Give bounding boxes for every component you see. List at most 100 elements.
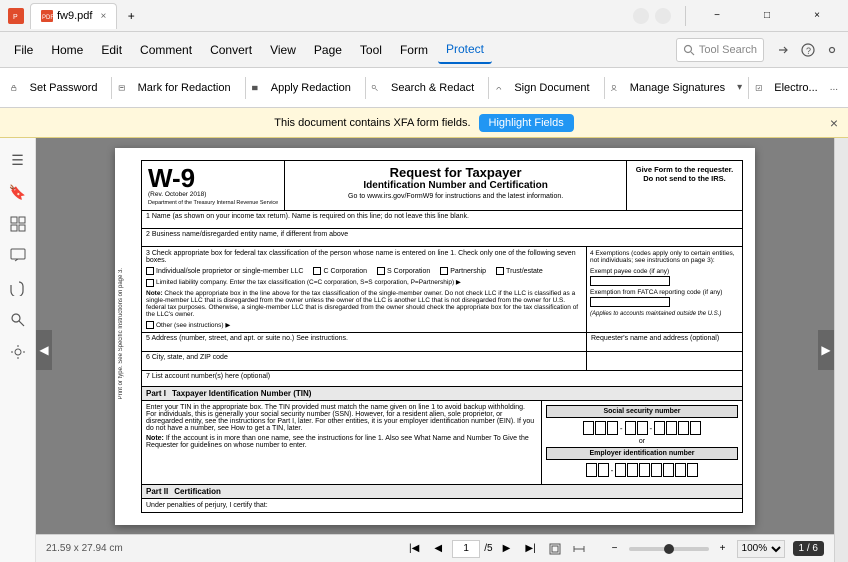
right-scrollbar[interactable] [834, 138, 848, 562]
sidebar-thumbnail-icon[interactable] [4, 210, 32, 238]
page-nav-left[interactable]: ◀ [36, 330, 52, 370]
fatca-field[interactable] [590, 297, 670, 307]
ribbon-edit[interactable]: Edit [93, 36, 130, 64]
manage-signatures-btn[interactable]: Manage Signatures [622, 74, 733, 102]
ribbon-page[interactable]: Page [306, 36, 350, 64]
cb-scorp-box[interactable] [377, 267, 385, 275]
manage-sig-dropdown[interactable]: ▾ [737, 82, 742, 93]
field5-label: 5 Address (number, street, and apt. or s… [146, 335, 348, 342]
ribbon-form[interactable]: Form [392, 36, 436, 64]
cb-ccorp-box[interactable] [313, 267, 321, 275]
highlight-fields-btn[interactable]: Highlight Fields [479, 114, 574, 132]
ein-d6[interactable] [651, 463, 662, 477]
last-page-btn[interactable]: ▶| [521, 539, 541, 559]
help-btn[interactable]: ? [798, 40, 818, 60]
form-id-block: W-9 (Rev. October 2018) Department of th… [142, 161, 285, 210]
ribbon-file[interactable]: File [6, 36, 41, 64]
cb-trust-box[interactable] [496, 267, 504, 275]
cb-sole-box[interactable] [146, 267, 154, 275]
sidebar-bookmark-icon[interactable]: 🔖 [4, 178, 32, 206]
sidebar-search-icon[interactable] [4, 306, 32, 334]
ein-d7[interactable] [663, 463, 674, 477]
ssn-d1[interactable] [583, 421, 594, 435]
first-page-btn[interactable]: |◀ [404, 539, 424, 559]
notification-close-btn[interactable]: × [830, 115, 838, 131]
ribbon-view[interactable]: View [262, 36, 304, 64]
exempt-payee-field[interactable] [590, 276, 670, 286]
zoom-in-btn[interactable]: + [713, 539, 733, 559]
new-tab-btn[interactable]: + [119, 4, 143, 28]
tin-text: Enter your TIN in the appropriate box. T… [146, 404, 537, 432]
protect-toolbar: Set Password Mark for Redaction Apply Re… [0, 68, 848, 108]
set-password-btn[interactable]: Set Password [22, 74, 106, 102]
zoom-select[interactable]: 100% 75% 125% 150% [737, 540, 785, 558]
page-number-input[interactable] [452, 540, 480, 558]
active-tab[interactable]: PDF fw9.pdf × [30, 3, 117, 29]
tool-search-box[interactable]: Tool Search [676, 38, 764, 62]
minimize-btn[interactable]: − [694, 0, 740, 32]
ein-d5[interactable] [639, 463, 650, 477]
ssn-d6[interactable] [654, 421, 665, 435]
manage-sig-icon [610, 81, 618, 95]
ssn-d7[interactable] [666, 421, 677, 435]
ribbon-comment[interactable]: Comment [132, 36, 200, 64]
ein-d1[interactable] [586, 463, 597, 477]
apply-redaction-btn[interactable]: Apply Redaction [263, 74, 359, 102]
zoom-slider[interactable] [629, 547, 709, 551]
cb-llc-box[interactable] [146, 279, 154, 287]
note-block: Note: Check the appropriate box in the l… [146, 290, 582, 318]
search-redact-btn[interactable]: Search & Redact [383, 74, 482, 102]
electronic-btn[interactable]: Electro... [766, 74, 825, 102]
ein-d4[interactable] [627, 463, 638, 477]
document-area[interactable]: ◀ ▶ Print or type. See Specific Instruct… [36, 138, 834, 562]
zoom-out-btn[interactable]: − [605, 539, 625, 559]
ein-d9[interactable] [687, 463, 698, 477]
cb-partner-box[interactable] [440, 267, 448, 275]
fit-page-btn[interactable] [545, 539, 565, 559]
ssn-d4[interactable] [625, 421, 636, 435]
ribbon-convert[interactable]: Convert [202, 36, 260, 64]
toolbar-sep4 [488, 77, 489, 99]
tab-close-btn[interactable]: × [100, 11, 106, 22]
close-btn[interactable]: × [794, 0, 840, 32]
settings-btn[interactable] [822, 40, 842, 60]
title-bar: P PDF fw9.pdf × + − □ × [0, 0, 848, 32]
electronic-icon [755, 81, 763, 95]
ribbon-home[interactable]: Home [43, 36, 91, 64]
ssn-d5[interactable] [637, 421, 648, 435]
cb-other-box[interactable] [146, 321, 154, 329]
ribbon-protect[interactable]: Protect [438, 36, 492, 64]
sidebar-tool-icon[interactable] [4, 338, 32, 366]
sidebar-menu-icon[interactable]: ☰ [4, 146, 32, 174]
note-label: Note: [146, 290, 163, 297]
sign-document-btn[interactable]: Sign Document [506, 74, 597, 102]
ribbon-tool[interactable]: Tool [352, 36, 390, 64]
field3-block: 3 Check appropriate box for federal tax … [142, 247, 587, 332]
page-nav-right[interactable]: ▶ [818, 330, 834, 370]
sidebar-attach-icon[interactable] [4, 274, 32, 302]
ssn-d3[interactable] [607, 421, 618, 435]
ein-d8[interactable] [675, 463, 686, 477]
share-btn[interactable] [774, 40, 794, 60]
svg-text:PDF: PDF [42, 15, 53, 21]
notification-message: This document contains XFA form fields. [274, 117, 470, 129]
print-instructions: Print or type. See Specific Instructions… [118, 268, 130, 399]
sidebar-comment-icon[interactable] [4, 242, 32, 270]
ssn-d9[interactable] [690, 421, 701, 435]
ssn-d8[interactable] [678, 421, 689, 435]
ein-dash: - [611, 466, 614, 475]
toolbar-sep6 [748, 77, 749, 99]
ein-d3[interactable] [615, 463, 626, 477]
ein-d2[interactable] [598, 463, 609, 477]
prev-page-btn[interactable]: ◀ [428, 539, 448, 559]
cb-scorp: S Corporation [377, 267, 430, 275]
field7-label: 7 List account number(s) here (optional) [146, 373, 270, 380]
maximize-btn[interactable]: □ [744, 0, 790, 32]
ssn-d2[interactable] [595, 421, 606, 435]
form-subtitle: Identification Number and Certification [293, 180, 618, 191]
mark-redaction-btn[interactable]: Mark for Redaction [130, 74, 239, 102]
next-page-btn[interactable]: ▶ [497, 539, 517, 559]
fit-width-btn[interactable] [569, 539, 589, 559]
tab-strip: PDF fw9.pdf × + [30, 3, 625, 29]
field3-row: 3 Check appropriate box for federal tax … [141, 247, 743, 333]
